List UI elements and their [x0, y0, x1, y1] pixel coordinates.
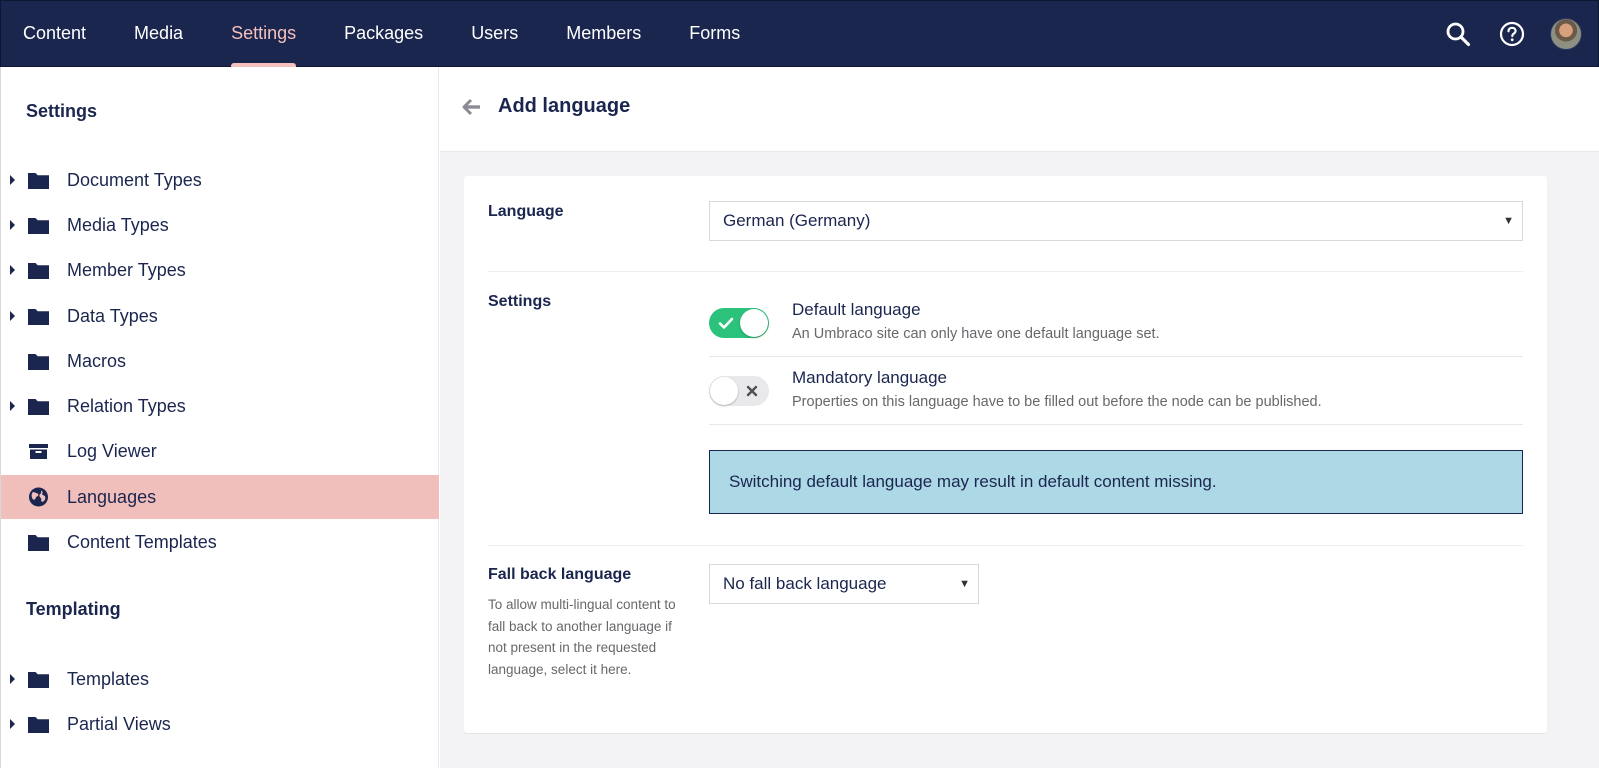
tree-item-label: Log Viewer: [67, 441, 157, 461]
tree-item-relation-types[interactable]: Relation Types: [1, 384, 439, 428]
section-title-templating: Templating: [26, 599, 121, 619]
language-select-value: German (Germany): [723, 211, 871, 230]
folder-icon: [28, 717, 49, 733]
folder-icon: [28, 672, 49, 688]
tree-item-label: Languages: [67, 487, 157, 507]
option-divider: [709, 424, 1523, 425]
tree-item-languages[interactable]: Languages: [1, 475, 439, 519]
expand-caret-icon[interactable]: [10, 674, 15, 684]
default-language-title: Default language: [792, 300, 921, 319]
tree-item-member-types[interactable]: Member Types: [1, 248, 439, 292]
mandatory-language-toggle[interactable]: [709, 376, 769, 406]
tree-item-templates[interactable]: Templates: [1, 657, 439, 701]
toggle-knob: [740, 309, 768, 337]
folder-icon: [28, 399, 49, 415]
language-select[interactable]: German (Germany) ▼: [709, 201, 1523, 241]
tree-item-label: Relation Types: [67, 396, 186, 416]
header-tools: [1442, 1, 1582, 67]
fallback-select-value: No fall back language: [723, 574, 887, 593]
dropdown-arrow-icon: ▼: [959, 578, 970, 590]
tree-item-log-viewer[interactable]: Log Viewer: [1, 429, 439, 473]
folder-icon: [28, 309, 49, 325]
tree-item-label: Macros: [67, 351, 127, 371]
default-language-description: An Umbraco site can only have one defaul…: [792, 326, 1160, 342]
user-avatar[interactable]: [1550, 18, 1582, 50]
close-icon: [746, 385, 758, 397]
toggle-knob: [710, 377, 738, 405]
settings-label: Settings: [488, 293, 552, 310]
search-icon[interactable]: [1442, 18, 1474, 50]
nav-content[interactable]: Content: [1, 1, 110, 67]
nav-settings[interactable]: Settings: [207, 1, 320, 67]
tree-item-label: Media Types: [67, 215, 169, 235]
tree-item-media-types[interactable]: Media Types: [1, 203, 439, 247]
row-divider: [488, 271, 1523, 272]
tree-item-label: Member Types: [67, 260, 186, 280]
language-form-card: Language German (Germany) ▼ Settings Def…: [464, 176, 1547, 733]
folder-icon: [28, 218, 49, 234]
tree-item-data-types[interactable]: Data Types: [1, 294, 439, 338]
nav-forms[interactable]: Forms: [665, 1, 764, 67]
page-title: Add language: [498, 95, 631, 117]
expand-caret-icon[interactable]: [10, 311, 15, 321]
tree-item-label: Document Types: [67, 170, 202, 190]
language-label: Language: [488, 203, 564, 220]
nav-packages[interactable]: Packages: [320, 1, 447, 67]
nav-users[interactable]: Users: [447, 1, 542, 67]
top-navigation-bar: Content Media Settings Packages Users Me…: [0, 0, 1599, 67]
settings-sidebar: Settings Document Types Media Types Memb…: [0, 67, 439, 768]
default-language-toggle[interactable]: [709, 308, 769, 338]
tree-item-label: Partial Views: [67, 714, 171, 734]
folder-icon: [28, 263, 49, 279]
help-icon[interactable]: [1496, 18, 1528, 50]
tree-item-label: Templates: [67, 669, 150, 689]
back-arrow-icon[interactable]: [462, 97, 482, 117]
folder-icon: [28, 173, 49, 189]
expand-caret-icon[interactable]: [10, 175, 15, 185]
checkmark-icon: [718, 317, 734, 329]
mandatory-language-title: Mandatory language: [792, 368, 948, 387]
dropdown-arrow-icon: ▼: [1503, 215, 1514, 227]
section-nav: Content Media Settings Packages Users Me…: [1, 1, 764, 67]
folder-icon: [28, 535, 49, 551]
tree-item-content-templates[interactable]: Content Templates: [1, 520, 439, 564]
section-title-settings: Settings: [26, 101, 98, 121]
row-divider: [488, 545, 1523, 546]
editor-header: Add language: [440, 67, 1599, 152]
nav-members[interactable]: Members: [542, 1, 665, 67]
folder-icon: [28, 354, 49, 370]
tree-item-macros[interactable]: Macros: [1, 339, 439, 383]
nav-media[interactable]: Media: [110, 1, 207, 67]
tree-item-label: Content Templates: [67, 532, 217, 552]
tree-item-partial-views[interactable]: Partial Views: [1, 702, 439, 746]
main-editor: Add language Language German (Germany) ▼…: [440, 67, 1599, 768]
fallback-language-label: Fall back language: [488, 566, 632, 583]
expand-caret-icon[interactable]: [10, 401, 15, 411]
tree-item-label: Data Types: [67, 306, 158, 326]
option-divider: [709, 356, 1523, 357]
fallback-language-description: To allow multi-lingual content to fall b…: [488, 597, 676, 677]
info-alert: Switching default language may result in…: [709, 450, 1523, 514]
tree-item-document-types[interactable]: Document Types: [1, 158, 439, 202]
fallback-language-select[interactable]: No fall back language ▼: [709, 564, 979, 604]
expand-caret-icon[interactable]: [10, 719, 15, 729]
globe-icon: [29, 487, 48, 507]
expand-caret-icon[interactable]: [10, 265, 15, 275]
expand-caret-icon[interactable]: [10, 220, 15, 230]
archive-icon: [29, 444, 48, 459]
mandatory-language-description: Properties on this language have to be f…: [792, 394, 1322, 410]
